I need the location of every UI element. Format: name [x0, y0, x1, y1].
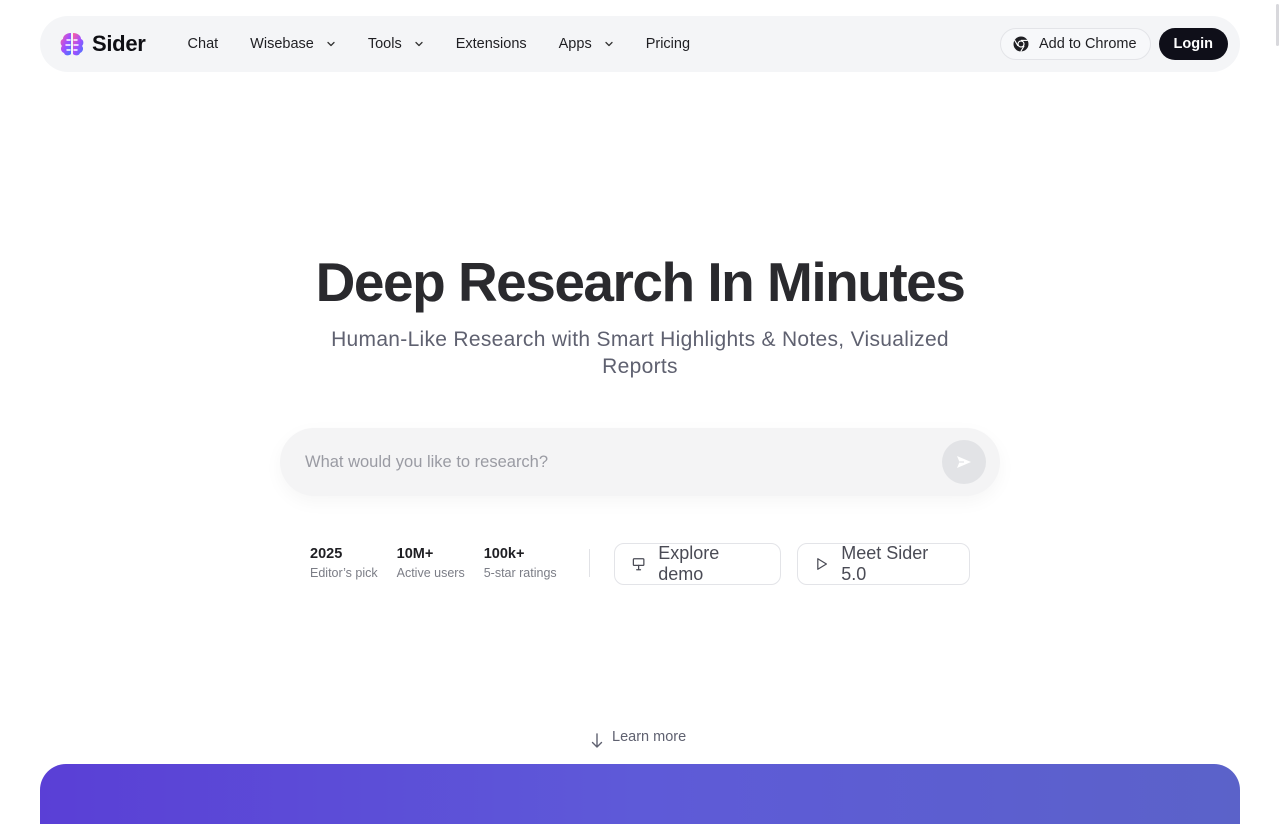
- nav-item-apps[interactable]: Apps: [559, 36, 614, 52]
- nav-item-label: Chat: [187, 36, 219, 52]
- stats-row: 2025 Editor’s pick 10M+ Active users 100…: [310, 546, 576, 580]
- stat-label: Editor’s pick: [310, 566, 378, 580]
- hero-title: Deep Research In Minutes: [315, 251, 966, 313]
- chrome-icon: [1013, 36, 1029, 52]
- nav-item-label: Tools: [367, 36, 402, 52]
- login-button[interactable]: Login: [1158, 28, 1228, 60]
- chevron-down-icon: [605, 41, 613, 47]
- nav-actions: Add to Chrome Login: [1000, 28, 1228, 60]
- stats-divider: [589, 549, 590, 577]
- arrow-down-icon: [591, 733, 603, 748]
- stat-editors-pick: 2025 Editor’s pick: [310, 546, 378, 580]
- nav-links: Chat Wisebase Tools Extensions Apps Pric…: [188, 36, 723, 52]
- stat-value: 2025: [310, 546, 343, 562]
- stat-label: Active users: [396, 566, 465, 580]
- hero-subtitle: Human-Like Research with Smart Highlight…: [331, 328, 949, 378]
- meet-sider-label: Meet Sider 5.0: [841, 543, 929, 584]
- stat-value: 10M+: [396, 546, 434, 562]
- learn-more-label: Learn more: [612, 729, 687, 745]
- top-navbar: Sider Chat Wisebase Tools Extensions App…: [40, 16, 1240, 72]
- play-icon: [817, 558, 828, 570]
- brain-logo-icon: [60, 33, 84, 56]
- stat-value: 100k+: [483, 546, 525, 562]
- add-to-chrome-button[interactable]: Add to Chrome: [1000, 28, 1151, 60]
- add-to-chrome-label: Add to Chrome: [1039, 36, 1137, 52]
- stat-ratings: 100k+ 5-star ratings: [484, 546, 557, 580]
- sider-logo[interactable]: Sider: [58, 30, 146, 58]
- nav-item-wisebase[interactable]: Wisebase: [250, 36, 336, 52]
- meet-sider-button[interactable]: Meet Sider 5.0: [797, 543, 970, 585]
- send-icon: [957, 456, 971, 468]
- nav-item-label: Extensions: [455, 36, 527, 52]
- presentation-icon: [632, 558, 645, 571]
- explore-demo-button[interactable]: Explore demo: [614, 543, 781, 585]
- nav-item-label: Pricing: [645, 36, 691, 52]
- explore-demo-label: Explore demo: [658, 543, 720, 584]
- nav-item-chat[interactable]: Chat: [188, 36, 219, 52]
- research-search-box: [280, 428, 1000, 496]
- chevron-down-icon: [327, 41, 335, 47]
- feature-section-band: [40, 764, 1240, 824]
- nav-item-tools[interactable]: Tools: [368, 36, 424, 52]
- scrollbar-thumb[interactable]: [1276, 4, 1279, 46]
- stat-active-users: 10M+ Active users: [397, 546, 465, 580]
- chevron-down-icon: [415, 41, 423, 47]
- learn-more-link[interactable]: Learn more: [590, 724, 686, 750]
- stat-label: 5-star ratings: [483, 566, 557, 580]
- brand-name: Sider: [92, 31, 146, 56]
- nav-item-pricing[interactable]: Pricing: [646, 36, 690, 52]
- nav-item-extensions[interactable]: Extensions: [456, 36, 527, 52]
- research-input[interactable]: [305, 452, 942, 472]
- send-button[interactable]: [942, 440, 986, 484]
- nav-item-label: Apps: [558, 36, 592, 52]
- page-scrollbar[interactable]: [1274, 0, 1280, 48]
- nav-item-label: Wisebase: [250, 36, 314, 52]
